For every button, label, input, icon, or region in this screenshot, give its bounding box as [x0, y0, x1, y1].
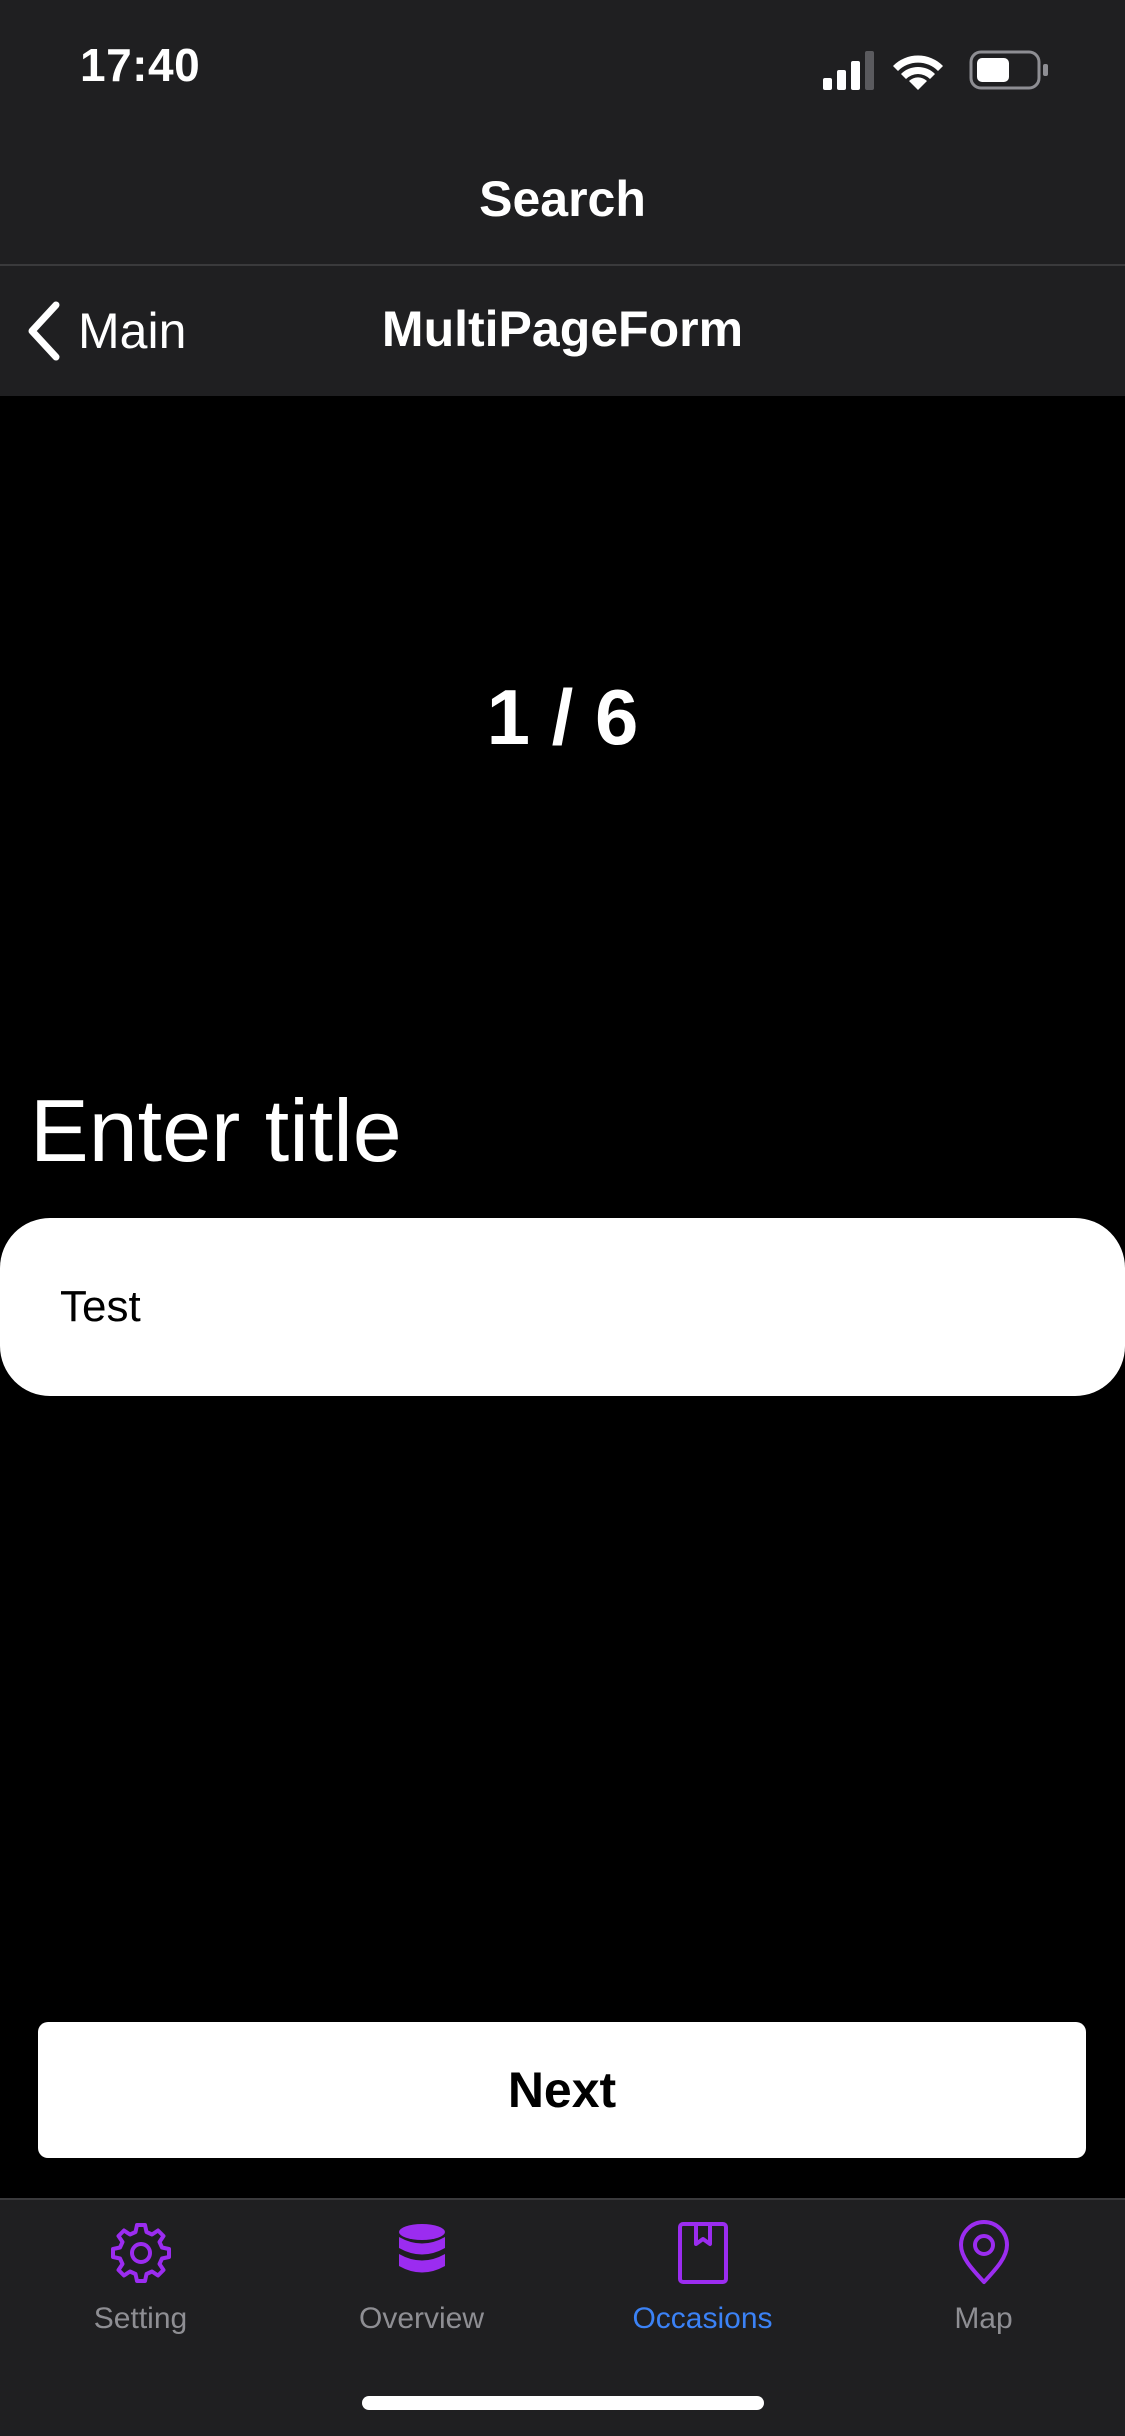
tab-label-overview: Overview	[358, 2302, 485, 2335]
navigation-bar: Main MultiPageForm	[0, 266, 1125, 396]
title-field-label: Enter title	[30, 1081, 402, 1180]
tab-setting[interactable]: Setting	[0, 2220, 281, 2370]
home-indicator[interactable]	[362, 2396, 764, 2410]
status-bar: 17:40	[0, 0, 1125, 140]
tab-overview[interactable]: Overview	[281, 2220, 562, 2370]
next-button[interactable]: Next	[38, 2022, 1086, 2158]
cellular-signal-icon	[823, 51, 874, 90]
screen: 17:40 Search Main MultiPageForm 1 / 6 En…	[0, 0, 1125, 2436]
tab-label-occasions: Occasions	[632, 2302, 773, 2335]
page-counter: 1 / 6	[486, 673, 639, 761]
status-icons	[823, 50, 1048, 90]
tab-label-map: Map	[954, 2302, 1013, 2335]
battery-icon	[969, 50, 1048, 90]
gear-icon	[110, 2223, 171, 2283]
top-header: Search	[0, 140, 1125, 266]
status-time: 17:40	[80, 39, 201, 91]
wifi-icon	[893, 55, 943, 90]
tab-map[interactable]: Map	[843, 2220, 1124, 2370]
tab-occasions[interactable]: Occasions	[562, 2220, 843, 2370]
tab-label-setting: Setting	[93, 2302, 188, 2335]
header-title: Search	[479, 171, 646, 227]
nav-title: MultiPageForm	[381, 301, 744, 357]
bookmark-book-icon	[677, 2222, 728, 2284]
database-icon	[398, 2224, 445, 2273]
map-pin-icon	[958, 2220, 1009, 2284]
title-input[interactable]	[0, 1218, 1125, 1396]
